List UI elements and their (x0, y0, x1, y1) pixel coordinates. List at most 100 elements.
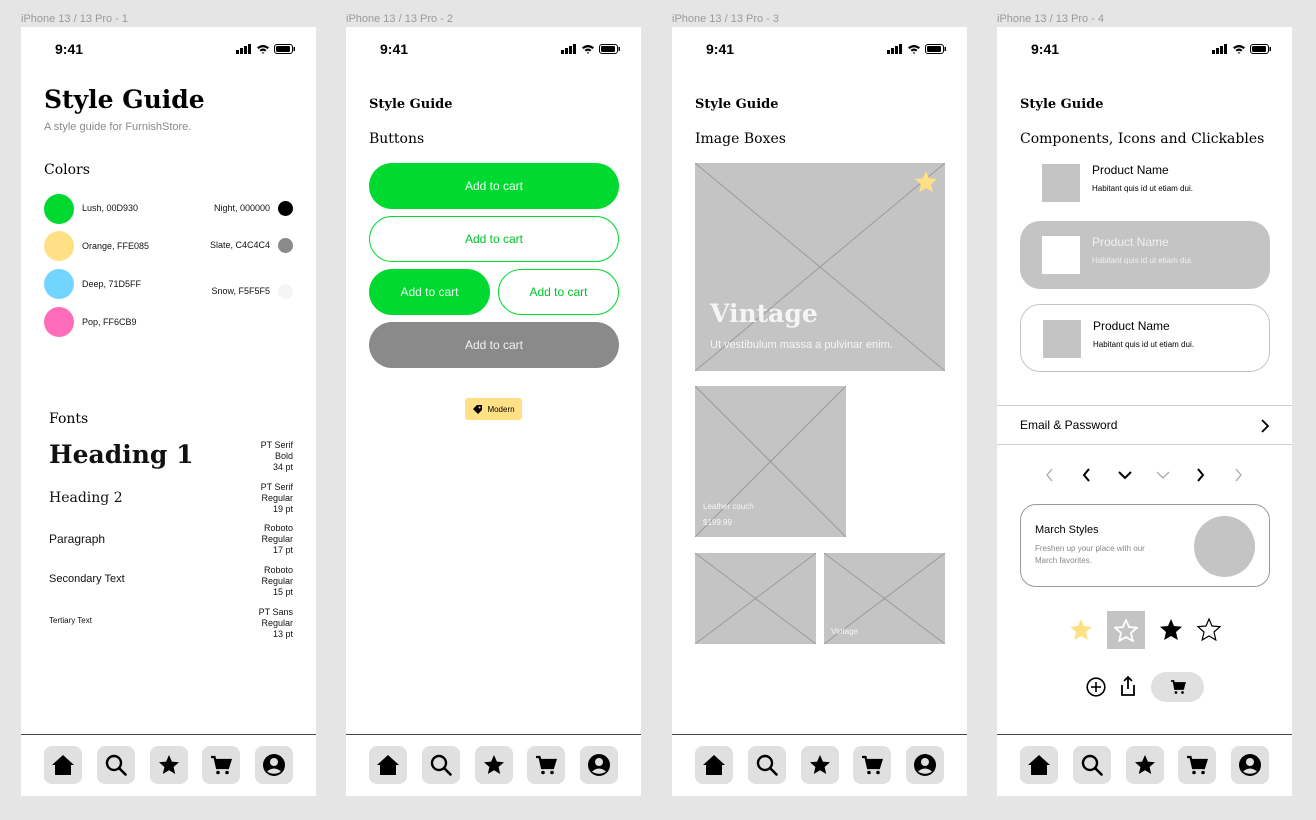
tab-home[interactable] (369, 746, 407, 784)
tab-search[interactable] (1072, 746, 1111, 784)
frame-label-4: iPhone 13 / 13 Pro - 4 (997, 13, 1105, 25)
tab-cart[interactable] (1178, 746, 1217, 784)
tab-search[interactable] (747, 746, 786, 784)
tab-home[interactable] (44, 746, 82, 784)
font-sample-tertiary: Tertiary Text (49, 616, 92, 625)
page-title: Style Guide (1020, 97, 1104, 112)
phone-frame-1: 9:41 Style Guide A style guide for Furni… (21, 27, 316, 796)
wifi-icon (257, 45, 269, 54)
add-circle-icon (1086, 677, 1106, 697)
tab-profile[interactable] (255, 746, 293, 784)
star-outline-icon (1197, 618, 1221, 641)
product-list-item-plain[interactable]: Product Name Habitant quis id ut etiam d… (1020, 149, 1270, 217)
tab-cart[interactable] (853, 746, 892, 784)
battery-icon (599, 44, 620, 54)
status-icons (236, 44, 296, 54)
status-time: 9:41 (1031, 41, 1060, 57)
status-time: 9:41 (55, 41, 84, 57)
phone-frame-3: 9:41 Style Guide Image Boxes Vintage Ut … (672, 27, 967, 796)
signal-icon (1212, 44, 1227, 54)
small-image-box-captioned[interactable]: Vintage (824, 553, 945, 644)
star-yellow-icon (1070, 619, 1092, 640)
tag-badge[interactable]: Modern (465, 398, 522, 420)
product-description: Habitant quis id ut etiam dui. (1092, 184, 1193, 193)
font-spec: PT Serif Bold 34 pt (260, 440, 293, 472)
fonts-heading: Fonts (49, 411, 89, 427)
wifi-icon (1233, 45, 1245, 54)
divider (997, 444, 1292, 445)
promo-image (1194, 516, 1255, 577)
star-toggle-selected[interactable] (1107, 611, 1145, 649)
product-list-item-outlined[interactable]: Product Name Habitant quis id ut etiam d… (1020, 304, 1270, 372)
add-to-cart-button-outline[interactable]: Add to cart (369, 216, 619, 262)
tab-favorites[interactable] (1125, 746, 1164, 784)
section-title: Image Boxes (695, 131, 786, 147)
wifi-icon (582, 45, 594, 54)
tab-search[interactable] (421, 746, 460, 784)
add-to-cart-button-small-outline[interactable]: Add to cart (498, 269, 619, 315)
hero-title: Vintage (710, 299, 818, 328)
profile-icon (914, 754, 936, 776)
tab-profile[interactable] (1231, 746, 1269, 784)
status-icons (1212, 44, 1272, 54)
product-name: Product Name (1092, 235, 1169, 249)
search-icon (430, 754, 452, 776)
tab-profile[interactable] (906, 746, 944, 784)
frame-label-2: iPhone 13 / 13 Pro - 2 (346, 13, 454, 25)
font-sample-heading-2: Heading 2 (49, 490, 123, 506)
chevron-right-icon (1261, 419, 1270, 433)
font-spec: Roboto Regular 17 pt (261, 523, 293, 555)
tab-cart[interactable] (527, 746, 566, 784)
status-icons (887, 44, 947, 54)
product-thumbnail (1042, 236, 1080, 274)
add-to-cart-button-disabled[interactable]: Add to cart (369, 322, 619, 368)
promo-card[interactable]: March Styles Freshen up your place with … (1020, 504, 1270, 587)
swatch-pop (44, 307, 74, 337)
signal-icon (887, 44, 902, 54)
tab-home[interactable] (1020, 746, 1058, 784)
tab-favorites[interactable] (800, 746, 839, 784)
swatch-label: Lush, 00D930 (82, 203, 139, 213)
cart-icon (1170, 680, 1186, 694)
product-list-item-selected[interactable]: Product Name Habitant quis id ut etiam d… (1020, 221, 1270, 289)
tab-favorites[interactable] (474, 746, 513, 784)
product-thumbnail (1042, 164, 1080, 202)
product-price: $199.99 (703, 518, 732, 527)
swatch-label: Slate, C4C4C4 (209, 240, 270, 250)
tab-bar (21, 734, 316, 796)
status-icons (561, 44, 621, 54)
add-to-cart-button-primary[interactable]: Add to cart (369, 163, 619, 209)
add-to-cart-button-small-primary[interactable]: Add to cart (369, 269, 490, 315)
tab-favorites[interactable] (149, 746, 188, 784)
image-caption: Vintage (831, 627, 858, 636)
status-time: 9:41 (706, 41, 735, 57)
swatch-label: Orange, FFE085 (82, 241, 150, 251)
tab-bar (346, 734, 641, 796)
swatch-slate (278, 238, 293, 253)
product-thumbnail (1043, 320, 1081, 358)
tab-profile[interactable] (580, 746, 618, 784)
battery-icon (1250, 44, 1271, 54)
tab-home[interactable] (695, 746, 733, 784)
tab-cart[interactable] (202, 746, 241, 784)
section-title: Components, Icons and Clickables (1020, 131, 1265, 147)
star-filled-icon (1160, 619, 1182, 640)
chevron-down-icon (1118, 471, 1132, 480)
product-description: Habitant quis id ut etiam dui. (1093, 340, 1194, 349)
tab-search[interactable] (96, 746, 135, 784)
product-image-box[interactable]: Leather couch $199.99 (695, 386, 846, 537)
home-icon (1028, 755, 1050, 775)
page-title: Style Guide (44, 85, 205, 114)
small-image-box[interactable] (695, 553, 816, 644)
signal-icon (236, 44, 251, 54)
swatch-orange (44, 231, 74, 261)
star-icon (158, 755, 179, 774)
battery-icon (274, 44, 295, 54)
star-icon (1134, 755, 1155, 774)
font-spec: Roboto Regular 15 pt (261, 565, 293, 597)
email-password-label[interactable]: Email & Password (1020, 418, 1117, 432)
search-icon (756, 754, 778, 776)
font-sample-heading-1: Heading 1 (49, 440, 194, 469)
add-to-cart-pill[interactable] (1151, 672, 1204, 702)
hero-image-box[interactable]: Vintage Ut vestibulum massa a pulvinar e… (695, 163, 945, 371)
